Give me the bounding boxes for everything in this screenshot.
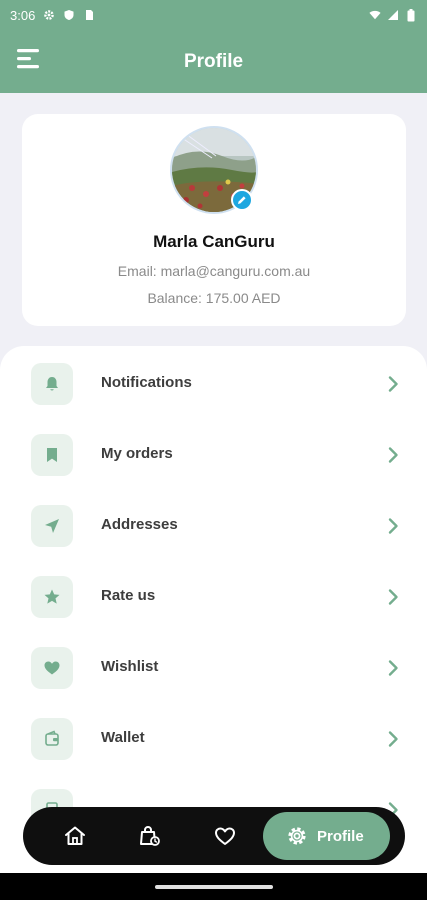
menu-item-my-orders[interactable]: My orders — [0, 425, 427, 485]
nav-home[interactable] — [63, 824, 87, 848]
menu-item-label: Rate us — [101, 587, 156, 604]
bag-icon — [140, 826, 160, 846]
chevron-right-icon — [388, 660, 398, 676]
status-time: 3:06 — [10, 7, 36, 23]
hamburger-menu-icon — [17, 49, 39, 69]
menu-item-label: Notifications — [101, 374, 192, 391]
menu-item-label: Wallet — [101, 729, 145, 746]
menu-item-wishlist[interactable]: Wishlist — [0, 638, 427, 698]
menu-item-label: Addresses — [101, 516, 178, 533]
signal-icon — [387, 9, 399, 21]
menu-item-notifications[interactable]: Notifications — [0, 354, 427, 414]
app-bar: Profile — [0, 30, 427, 93]
menu-icon-tile — [31, 647, 73, 689]
menu-item-rate-us[interactable]: Rate us — [0, 567, 427, 627]
system-gesture-bar — [0, 873, 427, 900]
edit-avatar-button[interactable] — [231, 189, 253, 211]
status-right — [369, 8, 417, 21]
gear-icon — [43, 9, 55, 21]
wallet-icon — [45, 730, 59, 746]
status-left: 3:06 — [10, 8, 95, 23]
sim-card-icon — [83, 9, 95, 21]
heart-icon — [215, 827, 235, 845]
menu-button[interactable] — [16, 48, 42, 70]
bell-icon — [46, 377, 58, 391]
nav-wishlist[interactable] — [213, 824, 237, 848]
heart-icon — [44, 661, 60, 675]
menu-icon-tile — [31, 576, 73, 618]
menu-icon-tile — [31, 718, 73, 760]
star-icon — [44, 589, 60, 604]
wifi-icon — [369, 9, 381, 21]
profile-name: Marla CanGuru — [153, 232, 275, 251]
pencil-icon — [238, 196, 246, 204]
menu-item-label: Wishlist — [101, 658, 159, 675]
bookmark-icon — [47, 448, 57, 462]
profile-card: Marla CanGuru Email: marla@canguru.com.a… — [22, 114, 406, 326]
menu-icon-tile — [31, 363, 73, 405]
home-gesture-handle[interactable] — [155, 885, 273, 889]
chevron-right-icon — [388, 447, 398, 463]
nav-orders[interactable] — [137, 824, 161, 848]
nav-profile-label: Profile — [317, 827, 364, 845]
profile-balance: Balance: 175.00 AED — [147, 290, 281, 306]
gear-icon — [288, 827, 306, 845]
home-icon — [65, 826, 85, 845]
shield-icon — [63, 9, 75, 21]
battery-icon — [405, 8, 417, 21]
chevron-right-icon — [388, 731, 398, 747]
menu-icon-tile — [31, 434, 73, 476]
chevron-right-icon — [388, 589, 398, 605]
chevron-right-icon — [388, 518, 398, 534]
menu-item-label: My orders — [101, 445, 173, 462]
profile-email: Email: marla@canguru.com.au — [117, 263, 311, 279]
bottom-nav: Profile — [23, 807, 405, 865]
page-title: Profile — [183, 50, 244, 72]
nav-profile[interactable]: Profile — [263, 812, 390, 860]
menu-icon-tile — [31, 505, 73, 547]
chevron-right-icon — [388, 376, 398, 392]
status-bar: 3:06 — [0, 0, 427, 30]
menu-item-addresses[interactable]: Addresses — [0, 496, 427, 556]
menu-item-wallet[interactable]: Wallet — [0, 709, 427, 769]
navigation-arrow-icon — [45, 519, 59, 533]
